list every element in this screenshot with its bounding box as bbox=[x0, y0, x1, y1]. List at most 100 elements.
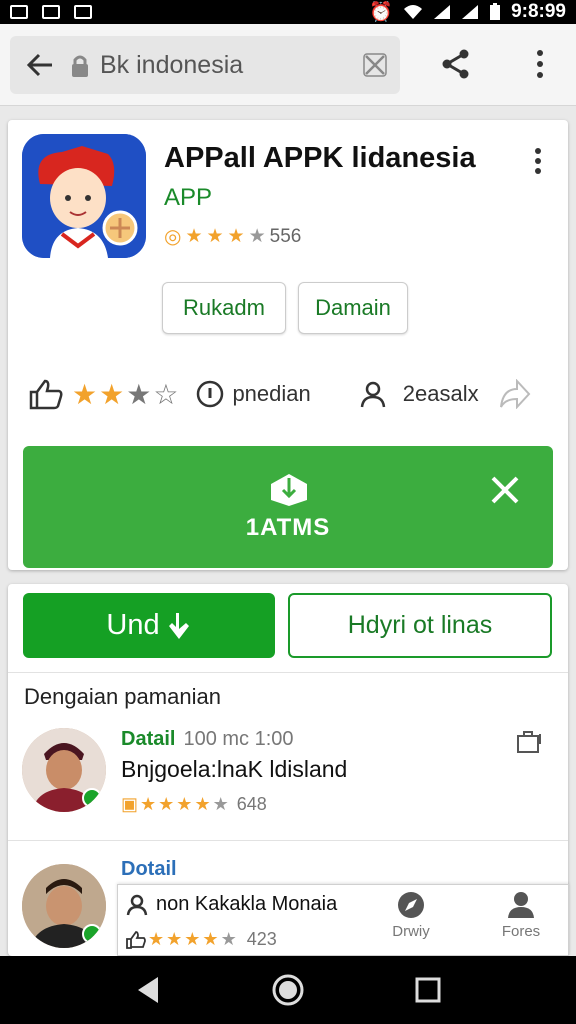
person-icon bbox=[508, 892, 534, 918]
star-icon: ★ bbox=[202, 929, 219, 949]
star-icon: ★ bbox=[184, 929, 201, 949]
avatar[interactable] bbox=[22, 728, 106, 812]
back-arrow-icon bbox=[26, 53, 52, 77]
download-arrow-icon bbox=[168, 612, 189, 639]
app-rating: ◎ ★ ★ ★ ★ 556 bbox=[164, 224, 301, 249]
star-icon: ★ bbox=[194, 794, 211, 814]
app-icon[interactable] bbox=[22, 134, 146, 258]
users-label: 2easalx bbox=[402, 381, 479, 406]
clock-text: 9:8:99 bbox=[511, 1, 566, 22]
more-dot bbox=[535, 148, 541, 154]
app-title: APPall APPK lidanesia bbox=[164, 142, 476, 174]
star-icon: ★ bbox=[126, 378, 152, 410]
tab-discover-label: Drwiy bbox=[392, 923, 430, 940]
back-button[interactable] bbox=[10, 36, 70, 94]
compass-icon bbox=[398, 892, 424, 918]
thumbs-up-icon bbox=[126, 930, 146, 949]
section-title: Dengaian pamanian bbox=[24, 684, 221, 709]
back-nav-icon[interactable] bbox=[134, 975, 162, 1005]
divider bbox=[8, 672, 568, 673]
star-icon: ★ bbox=[176, 794, 193, 814]
url-bar[interactable]: Bk indonesia bbox=[10, 36, 400, 94]
star-icon: ★ bbox=[72, 378, 98, 410]
more-dot bbox=[537, 61, 543, 67]
star-empty-icon: ★ bbox=[248, 226, 266, 247]
more-dot bbox=[537, 50, 543, 56]
review-rating: ★ ★ ★ ★ ★ 423 bbox=[126, 929, 277, 950]
overflow-menu-button[interactable] bbox=[518, 40, 562, 88]
recents-nav-icon[interactable] bbox=[414, 976, 442, 1004]
close-icon bbox=[491, 476, 519, 504]
rating-label: pnedian bbox=[232, 381, 311, 406]
tab-profile[interactable]: Fores bbox=[486, 891, 556, 951]
star-icon: ★ bbox=[206, 226, 224, 247]
star-icon: ★ bbox=[148, 929, 165, 949]
divider bbox=[8, 840, 568, 841]
more-dot bbox=[535, 168, 541, 174]
thumbs-up-icon[interactable] bbox=[28, 378, 64, 410]
install-banner[interactable]: 1ATMS bbox=[23, 446, 553, 568]
flag-icon[interactable] bbox=[516, 730, 546, 754]
star-icon: ★ bbox=[99, 378, 125, 410]
star-icon: ★ bbox=[158, 794, 175, 814]
stats-row: ★ ★ ★ ☆ pnedian 2easalx bbox=[28, 372, 558, 416]
review-meta: 100 mc 1:00 bbox=[183, 728, 294, 750]
tab-profile-label: Fores bbox=[501, 923, 541, 940]
wifi-icon bbox=[404, 5, 423, 19]
image-notification-icon bbox=[42, 5, 60, 19]
more-dot bbox=[537, 72, 543, 78]
battery-icon bbox=[490, 3, 501, 20]
star-icon: ★ bbox=[166, 929, 183, 949]
share-button[interactable] bbox=[432, 40, 480, 88]
review-item[interactable]: Datail 100 mc 1:00 Bnjgoela:lnaK ldisland… bbox=[8, 724, 568, 844]
status-bar: ⏰ 9:8:99 bbox=[0, 0, 576, 24]
review-author[interactable]: non Kakakla Monaia bbox=[126, 893, 337, 916]
review-header: Datail 100 mc 1:00 bbox=[121, 728, 294, 751]
dismiss-button[interactable] bbox=[485, 470, 525, 510]
rating-badge-icon: ▣ bbox=[121, 794, 139, 814]
lock-icon bbox=[70, 52, 92, 78]
star-empty-icon: ★ bbox=[212, 794, 229, 814]
more-dot bbox=[535, 158, 541, 164]
alarm-icon: ⏰ bbox=[369, 2, 394, 23]
review-head: Dotail bbox=[121, 858, 177, 880]
app-card: APPall APPK lidanesia APP ◎ ★ ★ ★ ★ 556 … bbox=[8, 120, 568, 570]
system-nav-bar bbox=[0, 956, 576, 1024]
app-category[interactable]: APP bbox=[164, 184, 212, 212]
bottom-bar: non Kakakla Monaia ★ ★ ★ ★ ★ 423 Drwiy F… bbox=[117, 884, 569, 956]
review-author-name: non Kakakla Monaia bbox=[156, 893, 338, 915]
close-icon bbox=[363, 53, 387, 77]
avatar[interactable] bbox=[22, 864, 106, 948]
install-banner-label: 1ATMS bbox=[245, 514, 331, 541]
review-count: 423 bbox=[246, 929, 277, 949]
star-icon: ★ bbox=[140, 794, 157, 814]
download-icon bbox=[271, 474, 307, 506]
person-icon bbox=[360, 381, 385, 408]
signal-icon-2 bbox=[462, 5, 479, 19]
secondary-action-button[interactable]: Hdyri ot linas bbox=[288, 593, 552, 658]
person-icon bbox=[126, 894, 148, 915]
review-title: Bnjgoela:lnaK ldisland bbox=[121, 756, 348, 782]
app-more-button[interactable] bbox=[528, 144, 548, 178]
tab-discover[interactable]: Drwiy bbox=[376, 891, 446, 951]
review-head: Datail bbox=[121, 728, 176, 750]
review-rating: ▣ ★ ★ ★ ★ ★ 648 bbox=[121, 794, 267, 815]
rating-badge-icon: ◎ bbox=[164, 226, 182, 248]
star-icon: ★ bbox=[185, 226, 203, 247]
url-text[interactable]: Bk indonesia bbox=[100, 51, 350, 80]
app-notification-icon bbox=[74, 5, 92, 19]
gallery-notification-icon bbox=[10, 5, 28, 19]
chip-tag-1[interactable]: Rukadm bbox=[162, 282, 286, 334]
share-arrow-icon[interactable] bbox=[499, 379, 531, 409]
primary-action-button[interactable]: Und bbox=[23, 593, 275, 658]
star-empty-icon: ☆ bbox=[153, 378, 179, 410]
home-nav-icon[interactable] bbox=[271, 973, 305, 1007]
chip-tag-2[interactable]: Damain bbox=[298, 282, 408, 334]
browser-toolbar: Bk indonesia bbox=[0, 24, 576, 106]
signal-icon bbox=[434, 5, 451, 19]
stars-rating: ★ ★ ★ ☆ bbox=[72, 378, 178, 411]
star-empty-icon: ★ bbox=[220, 929, 237, 949]
clear-url-button[interactable] bbox=[350, 36, 400, 94]
verified-badge bbox=[82, 924, 102, 944]
review-count: 648 bbox=[236, 794, 267, 814]
